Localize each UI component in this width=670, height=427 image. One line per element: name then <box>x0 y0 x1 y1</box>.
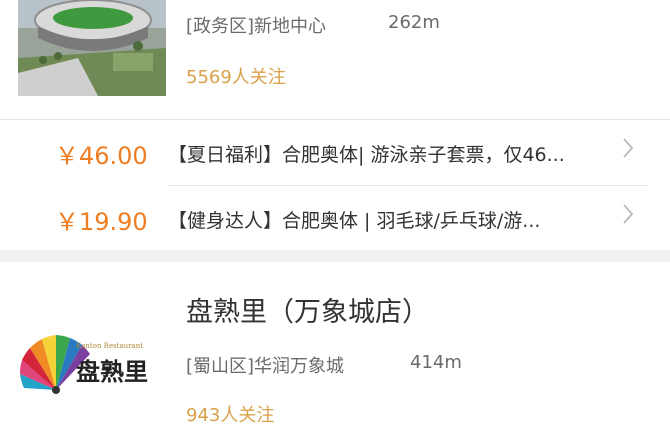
chevron-right-icon <box>623 138 634 158</box>
logo-name: 盘熟里 <box>76 357 148 386</box>
shop-title[interactable]: 盘熟里（万象城店） <box>186 290 429 329</box>
shop-card-1[interactable]: [政务区]新地中心 262m 5569人关注 ￥46.00 【夏日福利】合肥奥体… <box>0 0 670 250</box>
divider <box>0 119 670 120</box>
card-separator <box>0 250 670 262</box>
deal-price: ￥19.90 <box>55 208 148 236</box>
stadium-image <box>18 0 166 96</box>
shop-district: [政务区]新地中心 <box>186 16 327 37</box>
deal-row-1[interactable]: ￥46.00 【夏日福利】合肥奥体| 游泳亲子套票，仅46... <box>0 122 670 182</box>
shop-district: [蜀山区]华润万象城 <box>186 356 345 377</box>
shop-followers: 5569人关注 <box>186 67 286 88</box>
shop-distance: 414m <box>410 352 462 373</box>
stadium-thumbnail[interactable] <box>18 0 166 96</box>
deal-price: ￥46.00 <box>55 142 148 170</box>
shop-followers: 943人关注 <box>186 405 275 426</box>
deal-row-2[interactable]: ￥19.90 【健身达人】合肥奥体 | 羽毛球/乒乓球/游... <box>0 188 670 248</box>
chevron-right-icon <box>623 204 634 224</box>
logo-small-text: Kanton Restaurant <box>76 342 143 350</box>
divider <box>168 185 648 186</box>
deal-title: 【健身达人】合肥奥体 | 羽毛球/乒乓球/游... <box>168 210 541 232</box>
restaurant-logo[interactable]: Kanton Restaurant 盘熟里 <box>18 330 168 415</box>
deal-title: 【夏日福利】合肥奥体| 游泳亲子套票，仅46... <box>168 144 565 166</box>
restaurant-logo-image: Kanton Restaurant 盘熟里 <box>18 330 168 415</box>
shop-distance: 262m <box>388 12 440 33</box>
